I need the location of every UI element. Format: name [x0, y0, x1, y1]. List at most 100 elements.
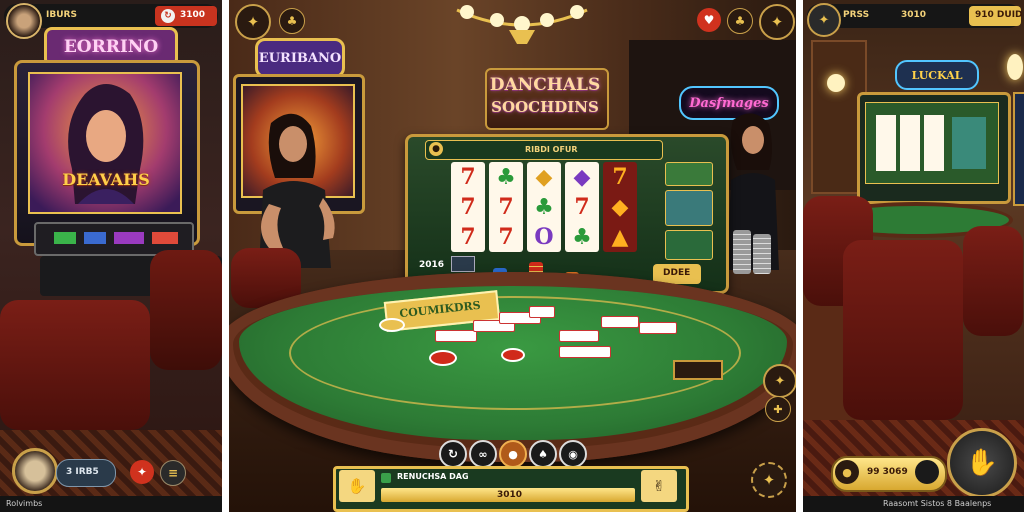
panel-button-green[interactable] [54, 232, 76, 244]
machine-screen-button[interactable] [451, 256, 475, 272]
right-profile-icon[interactable]: ✦ [807, 3, 841, 37]
center-panel: ✦ ♣ ♥ ♣ ✦ EURIBANO DANCHALS SOOCHDINS Da… [229, 0, 796, 512]
chat-icon[interactable]: ✦ [763, 364, 796, 398]
gift-icon[interactable]: ♣ [279, 8, 305, 34]
table-chip-2 [501, 348, 525, 362]
player-avatar[interactable] [6, 3, 42, 39]
chip-stack-silver-1 [733, 230, 751, 274]
reel-2-symbol-2: 7 [498, 194, 514, 220]
hand-icon[interactable]: ✋ [339, 470, 375, 502]
star-icon[interactable]: ✦ [759, 4, 795, 40]
menu-icon[interactable]: ≡ [160, 460, 186, 486]
status-indicator [381, 473, 391, 483]
bonus-panel-1[interactable] [665, 162, 713, 186]
right-bottom-pill-knob[interactable] [915, 460, 939, 484]
reel-4: ◆ 7 ♣ [565, 162, 599, 252]
leather-chair-right [150, 250, 222, 370]
back-icon[interactable]: ✦ [235, 4, 271, 40]
machine-header-text: RIBDI OFUR [525, 145, 578, 154]
woman-figure [239, 108, 349, 268]
panel-button-blue[interactable] [84, 232, 106, 244]
chip-stack-silver-2 [753, 234, 771, 274]
reel-4-symbol-3: ♣ [572, 224, 592, 250]
reel-3: ◆ ♣ O [527, 162, 561, 252]
link-icon[interactable]: ∞ [469, 440, 497, 468]
player-name: IBURS [46, 10, 77, 20]
chip-icon[interactable]: ◉ [559, 440, 587, 468]
machine-title: DEAVAHS [62, 170, 150, 189]
right-panel: ✦ PRSS 3010 910 DUID LUCKAL ● 99 3069 ✋ … [803, 0, 1024, 512]
machine-screen [28, 72, 182, 214]
card-4 [529, 306, 555, 318]
card-7 [601, 316, 639, 328]
right-chair-side [963, 226, 1023, 336]
bottom-avatar[interactable] [12, 448, 58, 494]
bonus-icon[interactable]: ✦ [751, 462, 787, 498]
settings-icon[interactable]: ♣ [727, 8, 753, 34]
card-6 [559, 346, 611, 358]
right-top-button-label: 910 DUID [975, 10, 1023, 20]
right-player-name: PRSS [843, 10, 870, 20]
right-edge-machine [1013, 92, 1024, 206]
right-reel-3 [924, 115, 944, 171]
reel-5-symbol-2: ◆ [611, 194, 629, 220]
right-neon-sign: LUCKAL [895, 60, 979, 90]
bonus-panel-3[interactable] [665, 230, 713, 260]
left-panel: IBURS ↻ 3100 EORRINO DEAVAHS 3 IRB5 ✦ ≡ … [0, 0, 222, 512]
left-footer-label: Rolvimbs [6, 499, 43, 508]
reel-2-symbol-3: 7 [498, 224, 514, 250]
wall-lamp [827, 74, 845, 92]
balance-value: 3100 [180, 10, 206, 20]
room-sign-line1: DANCHALS [489, 74, 601, 95]
reel-1-symbol-1: 7 [460, 164, 476, 190]
notification-icon[interactable]: ♥ [697, 8, 721, 32]
reel-4-symbol-2: 7 [574, 194, 590, 220]
coin-stack-icon: ● [835, 460, 859, 484]
spin-button[interactable]: ✋ [947, 428, 1017, 498]
machine-left-label: 2016 [419, 260, 445, 270]
right-footer-text: Raasomt Sistos 8 Baalenps [883, 499, 992, 508]
chips-icon[interactable]: ● [499, 440, 527, 468]
spade-icon[interactable]: ♠ [529, 440, 557, 468]
reel-3-symbol-3: O [534, 224, 554, 250]
table-chip-1 [429, 350, 457, 366]
reel-2-symbol-1: ♣ [496, 164, 516, 190]
bottom-bar-text: RENUCHSA DAG [397, 472, 469, 481]
coin-icon: ● [429, 142, 443, 156]
refresh-icon: ↻ [161, 9, 175, 23]
card-8 [639, 322, 677, 334]
reel-1-symbol-2: 7 [460, 194, 476, 220]
right-bonus-panel [952, 117, 986, 169]
table-chip-3 [379, 318, 405, 332]
reel-2: ♣ 7 7 [489, 162, 523, 252]
pendant-lamp [1007, 54, 1023, 80]
reel-4-symbol-1: ◆ [573, 164, 591, 190]
card-5 [559, 330, 599, 342]
reel-3-symbol-2: ♣ [534, 194, 554, 220]
reel-5: 7 ◆ ▲ [603, 162, 637, 252]
panel-button-red[interactable] [152, 232, 178, 244]
euribano-sign: EURIBANO [255, 38, 345, 78]
machine-side-label: DDEE [663, 268, 691, 278]
expand-icon[interactable]: ✚ [765, 396, 791, 422]
bonus-panel-2[interactable] [665, 190, 713, 226]
refresh-icon[interactable]: ↻ [439, 440, 467, 468]
gesture-icon[interactable]: ✌ [641, 470, 677, 502]
card-shoe [673, 360, 723, 380]
chandelier [447, 0, 597, 44]
reel-1: 7 7 7 [451, 162, 485, 252]
bottom-pill-text: 3 IRB5 [66, 467, 99, 477]
right-reel-1 [876, 115, 896, 171]
bottom-bar-value: 3010 [497, 490, 523, 500]
right-bottom-pill-text: 99 3069 [867, 467, 908, 477]
reel-1-symbol-3: 7 [460, 224, 476, 250]
right-balance-value: 3010 [901, 10, 927, 20]
fire-icon[interactable]: ✦ [130, 460, 154, 484]
reel-5-symbol-3: ▲ [611, 224, 629, 250]
right-chair-front [843, 240, 963, 420]
reel-5-symbol-1: 7 [612, 164, 628, 190]
leather-chair-left [0, 300, 150, 430]
bottom-bar-text-row: RENUCHSA DAG [381, 472, 635, 484]
right-machine-screen [865, 102, 999, 184]
panel-button-purple[interactable] [114, 232, 144, 244]
